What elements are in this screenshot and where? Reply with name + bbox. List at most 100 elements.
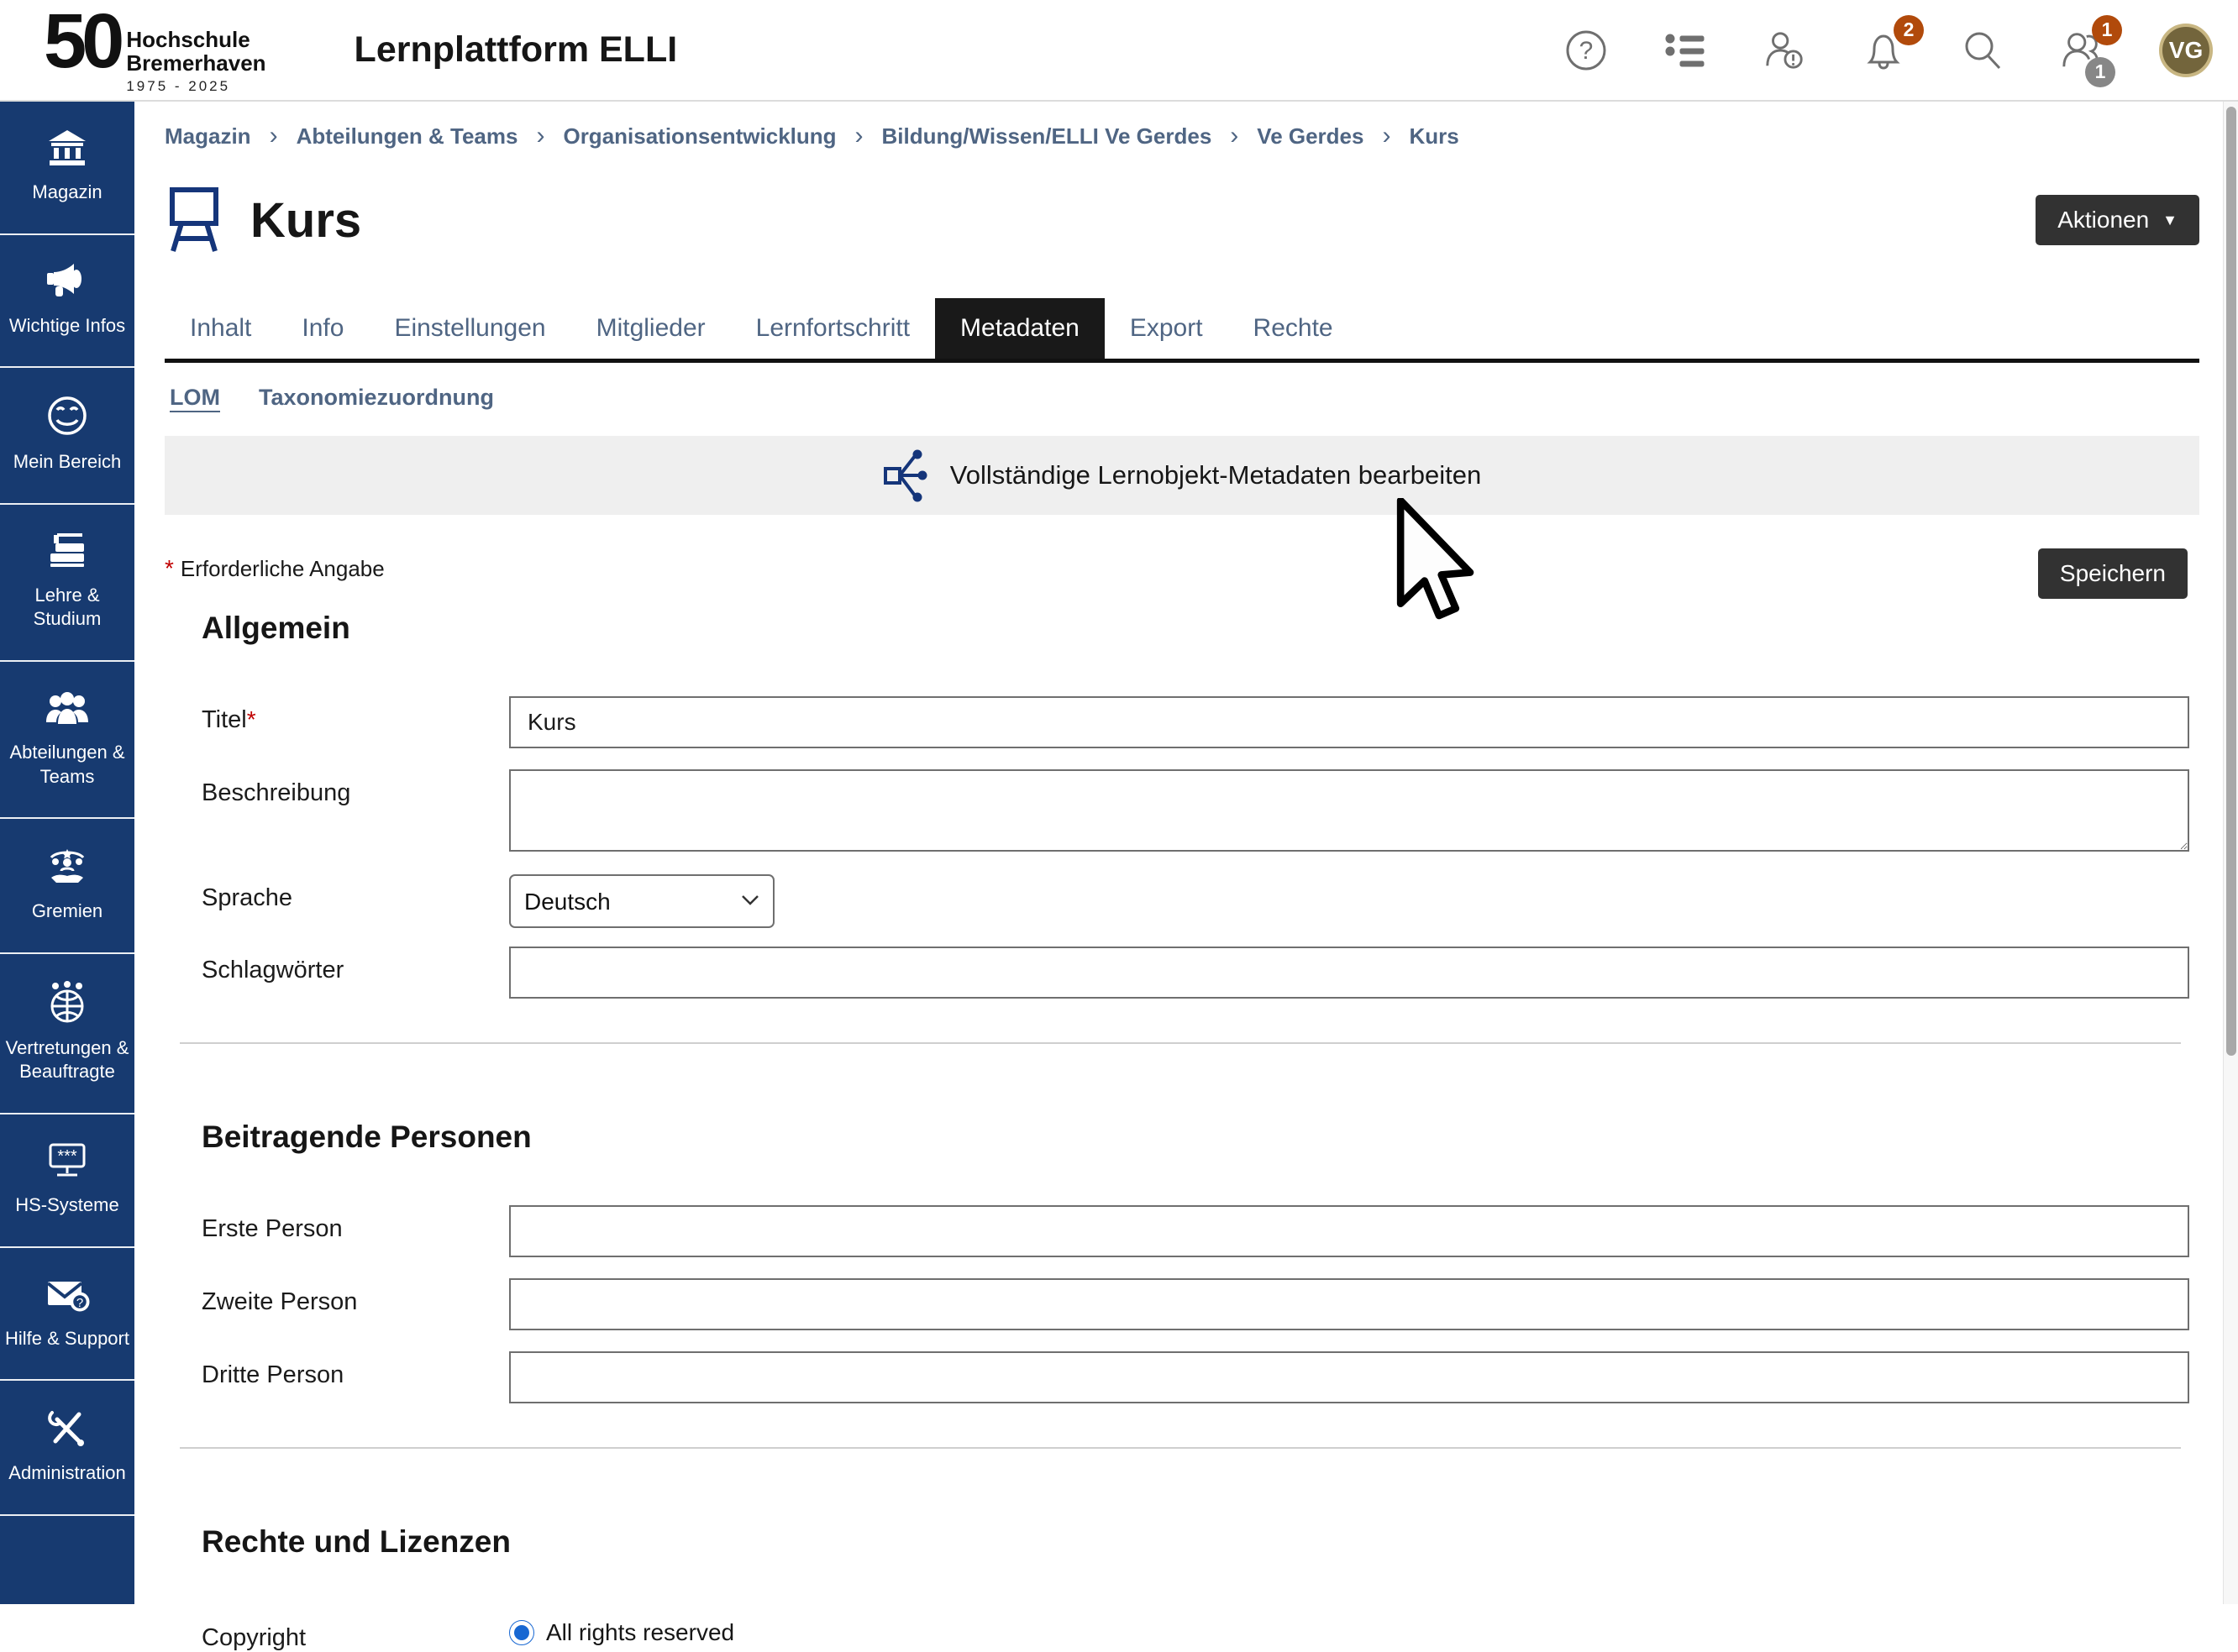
subtab-lom[interactable]: LOM [170,385,220,411]
notifications-badge: 2 [1894,15,1924,45]
notifications-button[interactable]: 2 [1862,29,1905,72]
sidebar-item-lehre-studium[interactable]: Lehre & Studium [0,505,134,662]
svg-text:?: ? [1579,37,1594,65]
monitor-password-icon: *** [45,1141,89,1180]
sidebar-item-administration[interactable]: Administration [0,1381,134,1516]
books-icon [45,532,89,570]
sidebar-item-label: HS-Systeme [15,1193,118,1218]
tab-einstellungen[interactable]: Einstellungen [369,298,570,359]
breadcrumb-item[interactable]: Kurs [1409,123,1458,149]
sidebar-item-wichtige-infos[interactable]: Wichtige Infos [0,235,134,369]
logo-line2: Bremerhaven [126,52,265,75]
megaphone-icon [45,262,89,301]
logo-years: 1975 - 2025 [126,78,265,95]
zweite-person-label: Zweite Person [165,1278,509,1316]
tab-inhalt[interactable]: Inhalt [165,298,276,359]
tab-bar: Inhalt Info Einstellungen Mitglieder Ler… [165,298,2199,363]
sidebar-item-label: Administration [8,1461,125,1486]
caret-down-icon: ▼ [2162,212,2178,228]
subtab-bar: LOM Taxonomiezuordnung [165,385,2199,411]
copyright-radio-row: All rights reserved [509,1614,2189,1646]
bank-icon [46,128,88,167]
section-divider [180,1447,2181,1449]
contacts-badge-bottom: 1 [2085,57,2115,87]
sprache-label: Sprache [165,874,509,912]
avatar[interactable]: VG [2159,24,2213,77]
dritte-person-input[interactable] [509,1351,2189,1403]
contacts-badge-top: 1 [2092,15,2122,45]
required-hint-label: Erforderliche Angabe [181,556,385,581]
subtab-taxonomiezuordnung[interactable]: Taxonomiezuordnung [259,385,494,411]
logo-line1: Hochschule [126,29,265,51]
sidebar-item-hs-systeme[interactable]: *** HS-Systeme [0,1114,134,1248]
metadata-form: *Erforderliche Angabe Speichern Allgemei… [165,548,2199,1652]
breadcrumb-item[interactable]: Abteilungen & Teams [297,123,518,149]
tab-lernfortschritt[interactable]: Lernfortschritt [731,298,935,359]
form-row-erste-person: Erste Person [165,1205,2199,1257]
breadcrumb-item[interactable]: Organisationsentwicklung [563,123,836,149]
breadcrumb-separator: › [1230,122,1238,150]
mail-question-icon: ? [45,1275,90,1314]
user-alert-icon [1763,28,1806,73]
awareness-button[interactable] [1763,29,1806,72]
sidebar-item-hilfe-support[interactable]: ? Hilfe & Support [0,1248,134,1382]
help-button[interactable]: ? [1564,29,1608,72]
erste-person-label: Erste Person [165,1205,509,1243]
sprache-select[interactable]: Deutsch [509,874,775,928]
form-row-sprache: Sprache Deutsch [165,874,2199,928]
edit-full-metadata-banner[interactable]: Vollständige Lernobjekt-Metadaten bearbe… [165,436,2199,515]
section-heading-beitragende: Beitragende Personen [202,1120,2199,1155]
beschreibung-textarea[interactable] [509,769,2189,852]
section-divider [180,1042,2181,1044]
titel-input[interactable] [509,696,2189,748]
tab-mitglieder[interactable]: Mitglieder [571,298,731,359]
sidebar-item-vertretungen[interactable]: Vertretungen & Beauftragte [0,954,134,1114]
search-icon [1961,29,2004,72]
required-hint: *Erforderliche Angabe [165,548,385,582]
sidebar-item-mein-bereich[interactable]: Mein Bereich [0,368,134,505]
app-title: Lernplattform ELLI [355,29,678,71]
copyright-radio-all-rights[interactable] [509,1620,534,1645]
page-title: Kurs [250,192,361,249]
zweite-person-input[interactable] [509,1278,2189,1330]
breadcrumb-item[interactable]: Magazin [165,123,251,149]
sidebar-item-label: Mein Bereich [13,450,121,475]
tab-export[interactable]: Export [1105,298,1228,359]
todo-list-icon [1663,29,1707,72]
sidebar-item-abteilungen-teams[interactable]: Abteilungen & Teams [0,662,134,819]
titel-required-asterisk: * [247,706,256,732]
breadcrumb-separator: › [855,122,864,150]
sidebar-item-label: Wichtige Infos [9,314,125,338]
beschreibung-label: Beschreibung [165,769,509,807]
breadcrumb-item[interactable]: Bildung/Wissen/ELLI Ve Gerdes [882,123,1212,149]
breadcrumb: Magazin › Abteilungen & Teams › Organisati… [165,102,2199,150]
tab-info[interactable]: Info [276,298,369,359]
sidebar-item-magazin[interactable]: Magazin [0,102,134,235]
contacts-button[interactable]: 1 1 [2060,29,2104,72]
sidebar-item-label: Lehre & Studium [5,584,129,632]
vertical-scrollbar[interactable] [2223,102,2238,1604]
header-icon-bar: ? 2 [1564,24,2213,77]
sidebar-item-gremien[interactable]: Gremien [0,819,134,954]
sidebar-item-label: Hilfe & Support [5,1327,129,1351]
actions-button[interactable]: Aktionen ▼ [2036,195,2199,245]
breadcrumb-separator: › [1382,122,1390,150]
todo-list-button[interactable] [1663,29,1707,72]
globe-people-icon [45,981,89,1023]
breadcrumb-item[interactable]: Ve Gerdes [1257,123,1363,149]
erste-person-input[interactable] [509,1205,2189,1257]
tab-metadaten[interactable]: Metadaten [935,298,1105,359]
section-heading-rechte: Rechte und Lizenzen [202,1524,2199,1560]
banner-label: Vollständige Lernobjekt-Metadaten bearbe… [950,460,1482,490]
sidebar: Magazin Wichtige Infos Mein Bereich Lehr… [0,102,134,1604]
svg-text:?: ? [76,1296,83,1310]
schlagwoerter-input[interactable] [509,947,2189,999]
schlagwoerter-label: Schlagwörter [165,947,509,984]
save-button[interactable]: Speichern [2038,548,2188,599]
scrollbar-thumb[interactable] [2226,107,2236,1056]
share-hierarchy-icon [883,448,930,503]
tab-rechte[interactable]: Rechte [1228,298,1358,359]
search-button[interactable] [1961,29,2004,72]
help-icon: ? [1564,29,1608,72]
copyright-label: Copyright [165,1614,509,1652]
